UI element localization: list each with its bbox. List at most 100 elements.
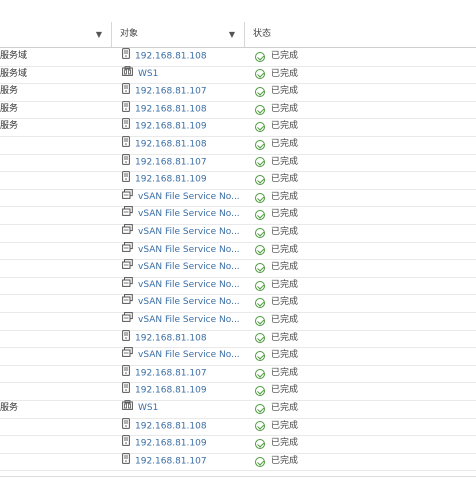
- table-row[interactable]: vSAN File Service No... 已完成: [0, 347, 476, 366]
- table-row[interactable]: 192.168.81.108 已完成: [0, 136, 476, 155]
- object-link[interactable]: 192.168.81.109: [135, 175, 207, 185]
- column-header-object[interactable]: 对象 ▼: [111, 22, 244, 47]
- table-row[interactable]: vSAN File Service No... 已完成: [0, 224, 476, 243]
- table-row[interactable]: 192.168.81.107 已完成: [0, 364, 476, 384]
- vm-icon: [122, 259, 133, 277]
- object-link[interactable]: vSAN File Service No...: [138, 297, 240, 307]
- object-link[interactable]: 192.168.81.108: [135, 52, 207, 62]
- object-link[interactable]: 192.168.81.107: [135, 87, 207, 97]
- table-row[interactable]: vSAN File Service No... 已完成: [0, 294, 476, 313]
- status-cell: 已完成: [255, 382, 465, 400]
- table-row[interactable]: 服务 192.168.81.108 已完成: [0, 100, 476, 120]
- host-icon: [122, 48, 130, 66]
- task-name-cell: [0, 206, 108, 224]
- table-row[interactable]: 服务 WS1 已完成: [0, 400, 476, 419]
- table-row[interactable]: vSAN File Service No... 已完成: [0, 188, 476, 208]
- task-name-cell: 服务: [0, 121, 19, 132]
- status-cell: 已完成: [255, 418, 465, 436]
- status-cell: 已完成: [255, 171, 465, 189]
- task-name-cell: [0, 435, 108, 453]
- status-text: 已完成: [271, 315, 299, 325]
- task-name-cell: [0, 136, 108, 154]
- status-cell: 已完成: [255, 277, 465, 295]
- status-text: 已完成: [271, 455, 299, 466]
- host-icon: [122, 329, 130, 348]
- status-cell: 已完成: [255, 48, 465, 66]
- object-cell: vSAN File Service No...: [122, 347, 242, 365]
- task-name-cell: 服务: [0, 86, 19, 97]
- column-header-status[interactable]: 状态: [244, 22, 476, 47]
- task-name-cell: [0, 330, 108, 348]
- check-circle-icon: [255, 245, 265, 256]
- object-link[interactable]: 192.168.81.107: [135, 456, 207, 466]
- status-text: 已完成: [271, 68, 299, 79]
- table-row[interactable]: vSAN File Service No... 已完成: [0, 312, 476, 331]
- status-text: 已完成: [271, 262, 299, 273]
- object-link[interactable]: vSAN File Service No...: [138, 262, 240, 272]
- check-circle-icon: [255, 192, 265, 203]
- table-row[interactable]: 服务 192.168.81.107 已完成: [0, 83, 476, 102]
- object-link[interactable]: 192.168.81.107: [135, 368, 207, 378]
- status-cell: 已完成: [255, 453, 465, 471]
- object-link[interactable]: WS1: [138, 403, 158, 413]
- table-row[interactable]: 192.168.81.107 已完成: [0, 153, 476, 173]
- status-text: 已完成: [271, 297, 299, 308]
- status-text: 已完成: [271, 350, 299, 361]
- status-cell: 已完成: [255, 118, 465, 136]
- filter-icon[interactable]: ▼: [227, 22, 237, 47]
- object-cell: 192.168.81.109: [122, 382, 242, 400]
- check-circle-icon: [255, 350, 265, 361]
- table-row[interactable]: vSAN File Service No... 已完成: [0, 276, 476, 296]
- object-link[interactable]: 192.168.81.107: [135, 157, 207, 167]
- table-row[interactable]: vSAN File Service No... 已完成: [0, 241, 476, 261]
- table-row[interactable]: 192.168.81.108 已完成: [0, 417, 476, 437]
- object-link[interactable]: 192.168.81.109: [135, 386, 207, 396]
- object-link[interactable]: vSAN File Service No...: [138, 245, 240, 255]
- host-icon: [122, 382, 130, 400]
- object-link[interactable]: vSAN File Service No...: [138, 315, 240, 325]
- column-header-label: 对象: [120, 29, 139, 39]
- task-name-cell: [0, 259, 108, 277]
- table-row[interactable]: 192.168.81.109 已完成: [0, 171, 476, 190]
- check-circle-icon: [255, 421, 265, 432]
- object-link[interactable]: 192.168.81.108: [135, 104, 207, 114]
- table-row[interactable]: 192.168.81.108 已完成: [0, 329, 476, 349]
- status-cell: 已完成: [255, 189, 465, 207]
- table-row[interactable]: 192.168.81.107 已完成: [0, 452, 476, 472]
- table-row[interactable]: vSAN File Service No... 已完成: [0, 259, 476, 278]
- object-cell: vSAN File Service No...: [122, 276, 242, 295]
- task-name-cell: [0, 189, 108, 207]
- table-row[interactable]: 192.168.81.109 已完成: [0, 435, 476, 454]
- object-link[interactable]: WS1: [138, 69, 158, 79]
- table-row[interactable]: 服务 192.168.81.109 已完成: [0, 118, 476, 137]
- table-row[interactable]: 192.168.81.109 已完成: [0, 382, 476, 401]
- vm-icon: [122, 276, 133, 295]
- vm-icon: [122, 241, 133, 260]
- column-header-task[interactable]: ▼: [0, 22, 110, 47]
- object-link[interactable]: vSAN File Service No...: [138, 192, 240, 202]
- status-cell: 已完成: [255, 224, 465, 242]
- object-link[interactable]: vSAN File Service No...: [138, 227, 240, 237]
- object-link[interactable]: 192.168.81.108: [135, 333, 207, 343]
- object-cell: 192.168.81.109: [122, 171, 242, 189]
- object-link[interactable]: 192.168.81.109: [135, 122, 207, 132]
- table-row[interactable]: 服务域 192.168.81.108 已完成: [0, 48, 476, 67]
- object-link[interactable]: vSAN File Service No...: [138, 209, 240, 219]
- object-link[interactable]: vSAN File Service No...: [138, 280, 240, 290]
- filter-icon[interactable]: ▼: [94, 22, 104, 47]
- vm-icon: [122, 206, 133, 224]
- object-cell: vSAN File Service No...: [122, 259, 242, 277]
- object-link[interactable]: 192.168.81.108: [135, 421, 207, 431]
- check-circle-icon: [255, 438, 265, 449]
- status-cell: 已完成: [255, 242, 465, 260]
- object-link[interactable]: 192.168.81.108: [135, 140, 207, 150]
- task-name-cell: [0, 382, 108, 400]
- status-text: 已完成: [271, 51, 299, 61]
- table-row[interactable]: vSAN File Service No... 已完成: [0, 206, 476, 225]
- object-link[interactable]: vSAN File Service No...: [138, 350, 240, 360]
- check-circle-icon: [255, 280, 265, 291]
- check-circle-icon: [255, 456, 265, 467]
- object-link[interactable]: 192.168.81.109: [135, 439, 207, 449]
- check-circle-icon: [255, 69, 265, 80]
- table-row[interactable]: 服务域 WS1 已完成: [0, 65, 476, 85]
